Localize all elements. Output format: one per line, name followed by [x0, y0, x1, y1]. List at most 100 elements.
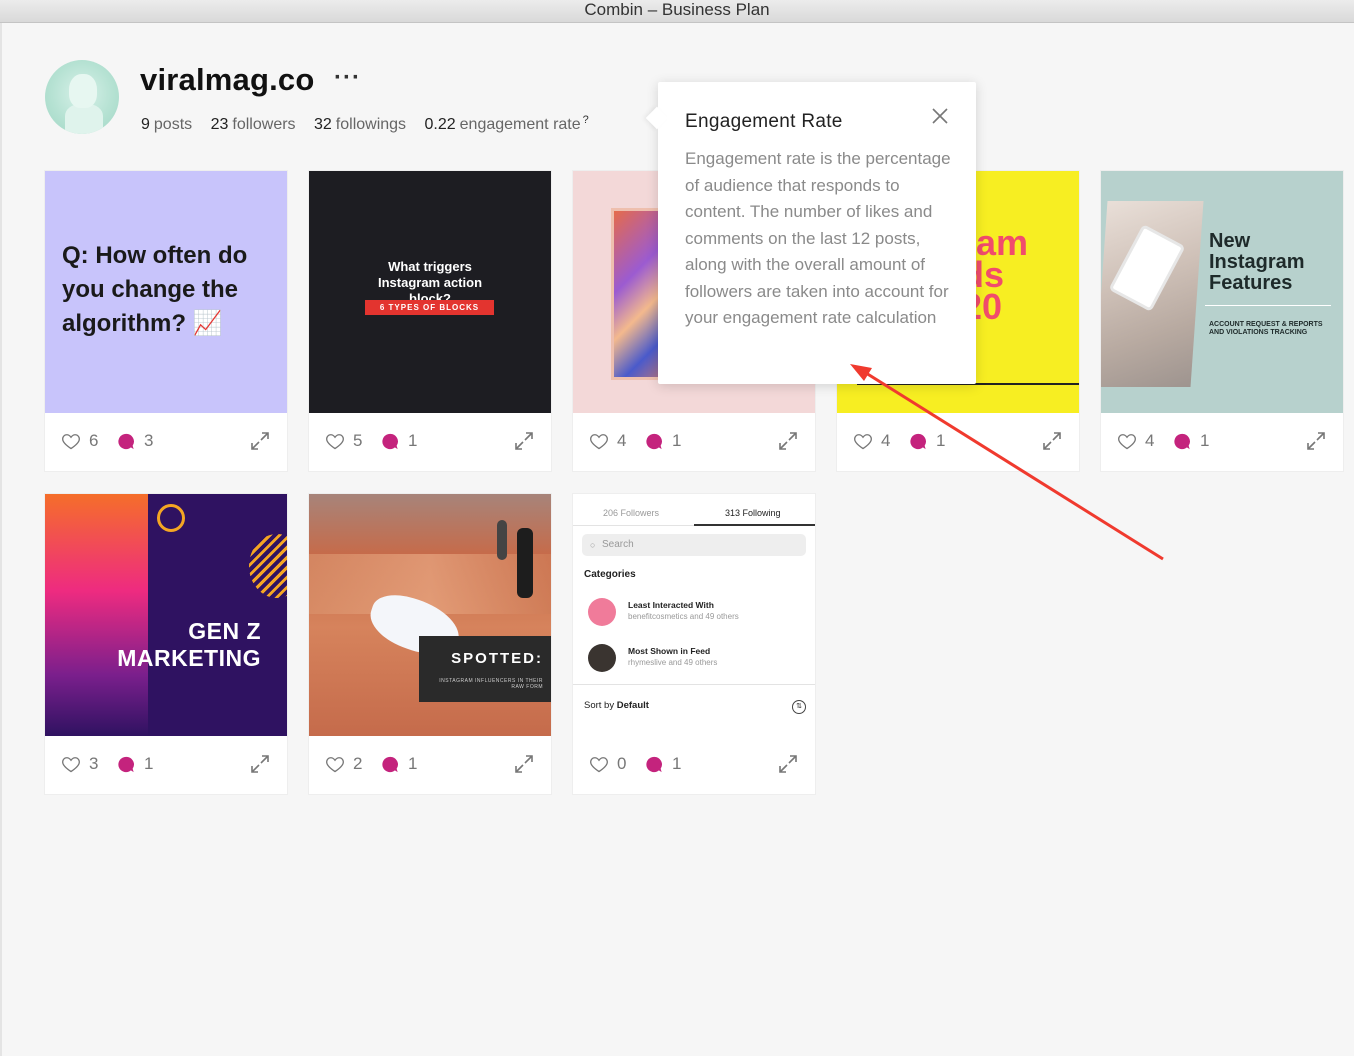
- post-thumbnail-rule: [1205, 305, 1331, 306]
- engagement-label: engagement rate: [459, 116, 581, 134]
- post-footer: 4 1: [837, 413, 1079, 471]
- expand-icon[interactable]: [777, 430, 799, 452]
- post-card-8[interactable]: 206 Followers 313 Following Search Categ…: [573, 494, 815, 794]
- screenshot-sort-prefix: Sort by: [584, 700, 617, 711]
- heart-icon[interactable]: [589, 431, 609, 451]
- screenshot-row-avatar: [588, 598, 616, 626]
- post-thumbnail[interactable]: New Instagram Features ACCOUNT REQUEST &…: [1101, 171, 1343, 413]
- posts-count: 9: [141, 116, 150, 134]
- heart-icon[interactable]: [325, 431, 345, 451]
- screenshot-row-title: Most Shown in Feed: [628, 646, 711, 656]
- post-footer: 4 1: [1101, 413, 1343, 471]
- comment-icon[interactable]: [117, 433, 135, 450]
- expand-icon[interactable]: [513, 753, 535, 775]
- comment-icon[interactable]: [381, 756, 399, 773]
- photographer-figure: [517, 528, 533, 598]
- post-thumbnail-text: SPOTTED:: [451, 650, 543, 667]
- post-thumbnail-tag: 6 TYPES OF BLOCKS: [365, 300, 494, 315]
- screenshot-tab-following: 313 Following: [725, 508, 781, 518]
- comments-count: 1: [936, 431, 946, 450]
- profile-username: viralmag.co: [140, 62, 315, 97]
- expand-icon[interactable]: [1305, 430, 1327, 452]
- engagement-rate-tooltip: Engagement Rate Engagement rate is the p…: [658, 82, 976, 384]
- sort-icon: ⇅: [792, 700, 806, 714]
- engagement-value: 0.22: [424, 116, 456, 134]
- screenshot-row-subtitle: benefitcosmetics and 49 others: [628, 612, 739, 621]
- likes-count: 6: [89, 431, 99, 450]
- tooltip-title: Engagement Rate: [685, 111, 843, 132]
- avatar-bust: [69, 74, 97, 108]
- comments-count: 1: [408, 754, 418, 773]
- post-footer: 3 1: [45, 736, 287, 794]
- post-thumbnail[interactable]: 206 Followers 313 Following Search Categ…: [573, 494, 815, 736]
- expand-icon[interactable]: [513, 430, 535, 452]
- post-card-5[interactable]: New Instagram Features ACCOUNT REQUEST &…: [1101, 171, 1343, 471]
- comment-icon[interactable]: [909, 433, 927, 450]
- screenshot-row-title: Least Interacted With: [628, 600, 714, 610]
- heart-icon[interactable]: [61, 431, 81, 451]
- post-thumbnail[interactable]: SPOTTED: INSTAGRAM INFLUENCERS IN THEIR …: [309, 494, 551, 736]
- screenshot-search: Search: [582, 534, 806, 556]
- post-footer: 4 1: [573, 413, 815, 471]
- screenshot-sort: Sort by Default: [584, 700, 649, 711]
- profile-avatar: [45, 60, 119, 134]
- post-thumbnail-text: GEN Z MARKETING: [117, 618, 261, 671]
- post-card-1[interactable]: Q: How often do you change the algorithm…: [45, 171, 287, 471]
- comments-count: 1: [144, 754, 154, 773]
- ring-shape: [157, 504, 185, 532]
- profile-stats: 9 posts 23 followers 32 followings 0.22 enga…: [141, 114, 589, 134]
- comment-icon[interactable]: [381, 433, 399, 450]
- screenshot-sort-value: Default: [616, 700, 649, 711]
- post-card-2[interactable]: What triggers Instagram action block? 6 …: [309, 171, 551, 471]
- engagement-help-icon[interactable]: ?: [583, 114, 589, 126]
- likes-count: 4: [617, 431, 627, 450]
- comment-icon[interactable]: [645, 756, 663, 773]
- avatar-shoulders: [65, 104, 103, 134]
- expand-icon[interactable]: [777, 753, 799, 775]
- window-title: Combin – Business Plan: [584, 0, 770, 19]
- screenshot-tabs: 206 Followers 313 Following: [573, 506, 815, 526]
- striped-circle-shape: [249, 534, 287, 598]
- post-thumbnail-subtext: ACCOUNT REQUEST & REPORTS AND VIOLATIONS…: [1209, 321, 1323, 336]
- expand-icon[interactable]: [249, 430, 271, 452]
- post-thumbnail-subtext: INSTAGRAM INFLUENCERS IN THEIR RAW FORM: [439, 678, 543, 690]
- expand-icon[interactable]: [1041, 430, 1063, 452]
- comment-icon[interactable]: [117, 756, 135, 773]
- screenshot-categories: Categories: [584, 569, 636, 580]
- heart-icon[interactable]: [1117, 431, 1137, 451]
- heart-icon[interactable]: [61, 754, 81, 774]
- expand-icon[interactable]: [249, 753, 271, 775]
- screenshot-row: Most Shown in Feed rhymeslive and 49 oth…: [584, 640, 804, 676]
- comment-icon[interactable]: [645, 433, 663, 450]
- post-footer: 5 1: [309, 413, 551, 471]
- post-footer: 2 1: [309, 736, 551, 794]
- window-left-edge: [0, 23, 2, 1056]
- more-options-icon[interactable]: ···: [334, 64, 361, 92]
- comments-count: 3: [144, 431, 154, 450]
- followers-count: 23: [210, 116, 229, 134]
- posts-label: posts: [153, 116, 193, 134]
- screenshot-tab-underline: [694, 524, 815, 526]
- person-figure: [497, 520, 507, 560]
- post-thumbnail[interactable]: GEN Z MARKETING: [45, 494, 287, 736]
- screenshot-row: Least Interacted With benefitcosmetics a…: [584, 594, 804, 630]
- heart-icon[interactable]: [589, 754, 609, 774]
- post-footer: 0 1: [573, 736, 815, 794]
- heart-icon[interactable]: [325, 754, 345, 774]
- followers-label: followers: [232, 116, 296, 134]
- screenshot-row-subtitle: rhymeslive and 49 others: [628, 658, 718, 667]
- post-card-7[interactable]: SPOTTED: INSTAGRAM INFLUENCERS IN THEIR …: [309, 494, 551, 794]
- likes-count: 3: [89, 754, 99, 773]
- likes-count: 2: [353, 754, 363, 773]
- close-icon[interactable]: [930, 106, 950, 126]
- post-footer: 6 3: [45, 413, 287, 471]
- post-thumbnail-text: New Instagram Features: [1209, 230, 1305, 294]
- screenshot-row-avatar: [588, 644, 616, 672]
- post-thumbnail[interactable]: Q: How often do you change the algorithm…: [45, 171, 287, 413]
- post-thumbnail[interactable]: What triggers Instagram action block? 6 …: [309, 171, 551, 413]
- post-thumbnail-gradient: [45, 494, 148, 736]
- post-card-6[interactable]: GEN Z MARKETING 3 1: [45, 494, 287, 794]
- heart-icon[interactable]: [853, 431, 873, 451]
- screenshot-tab-followers: 206 Followers: [603, 508, 660, 518]
- comment-icon[interactable]: [1173, 433, 1191, 450]
